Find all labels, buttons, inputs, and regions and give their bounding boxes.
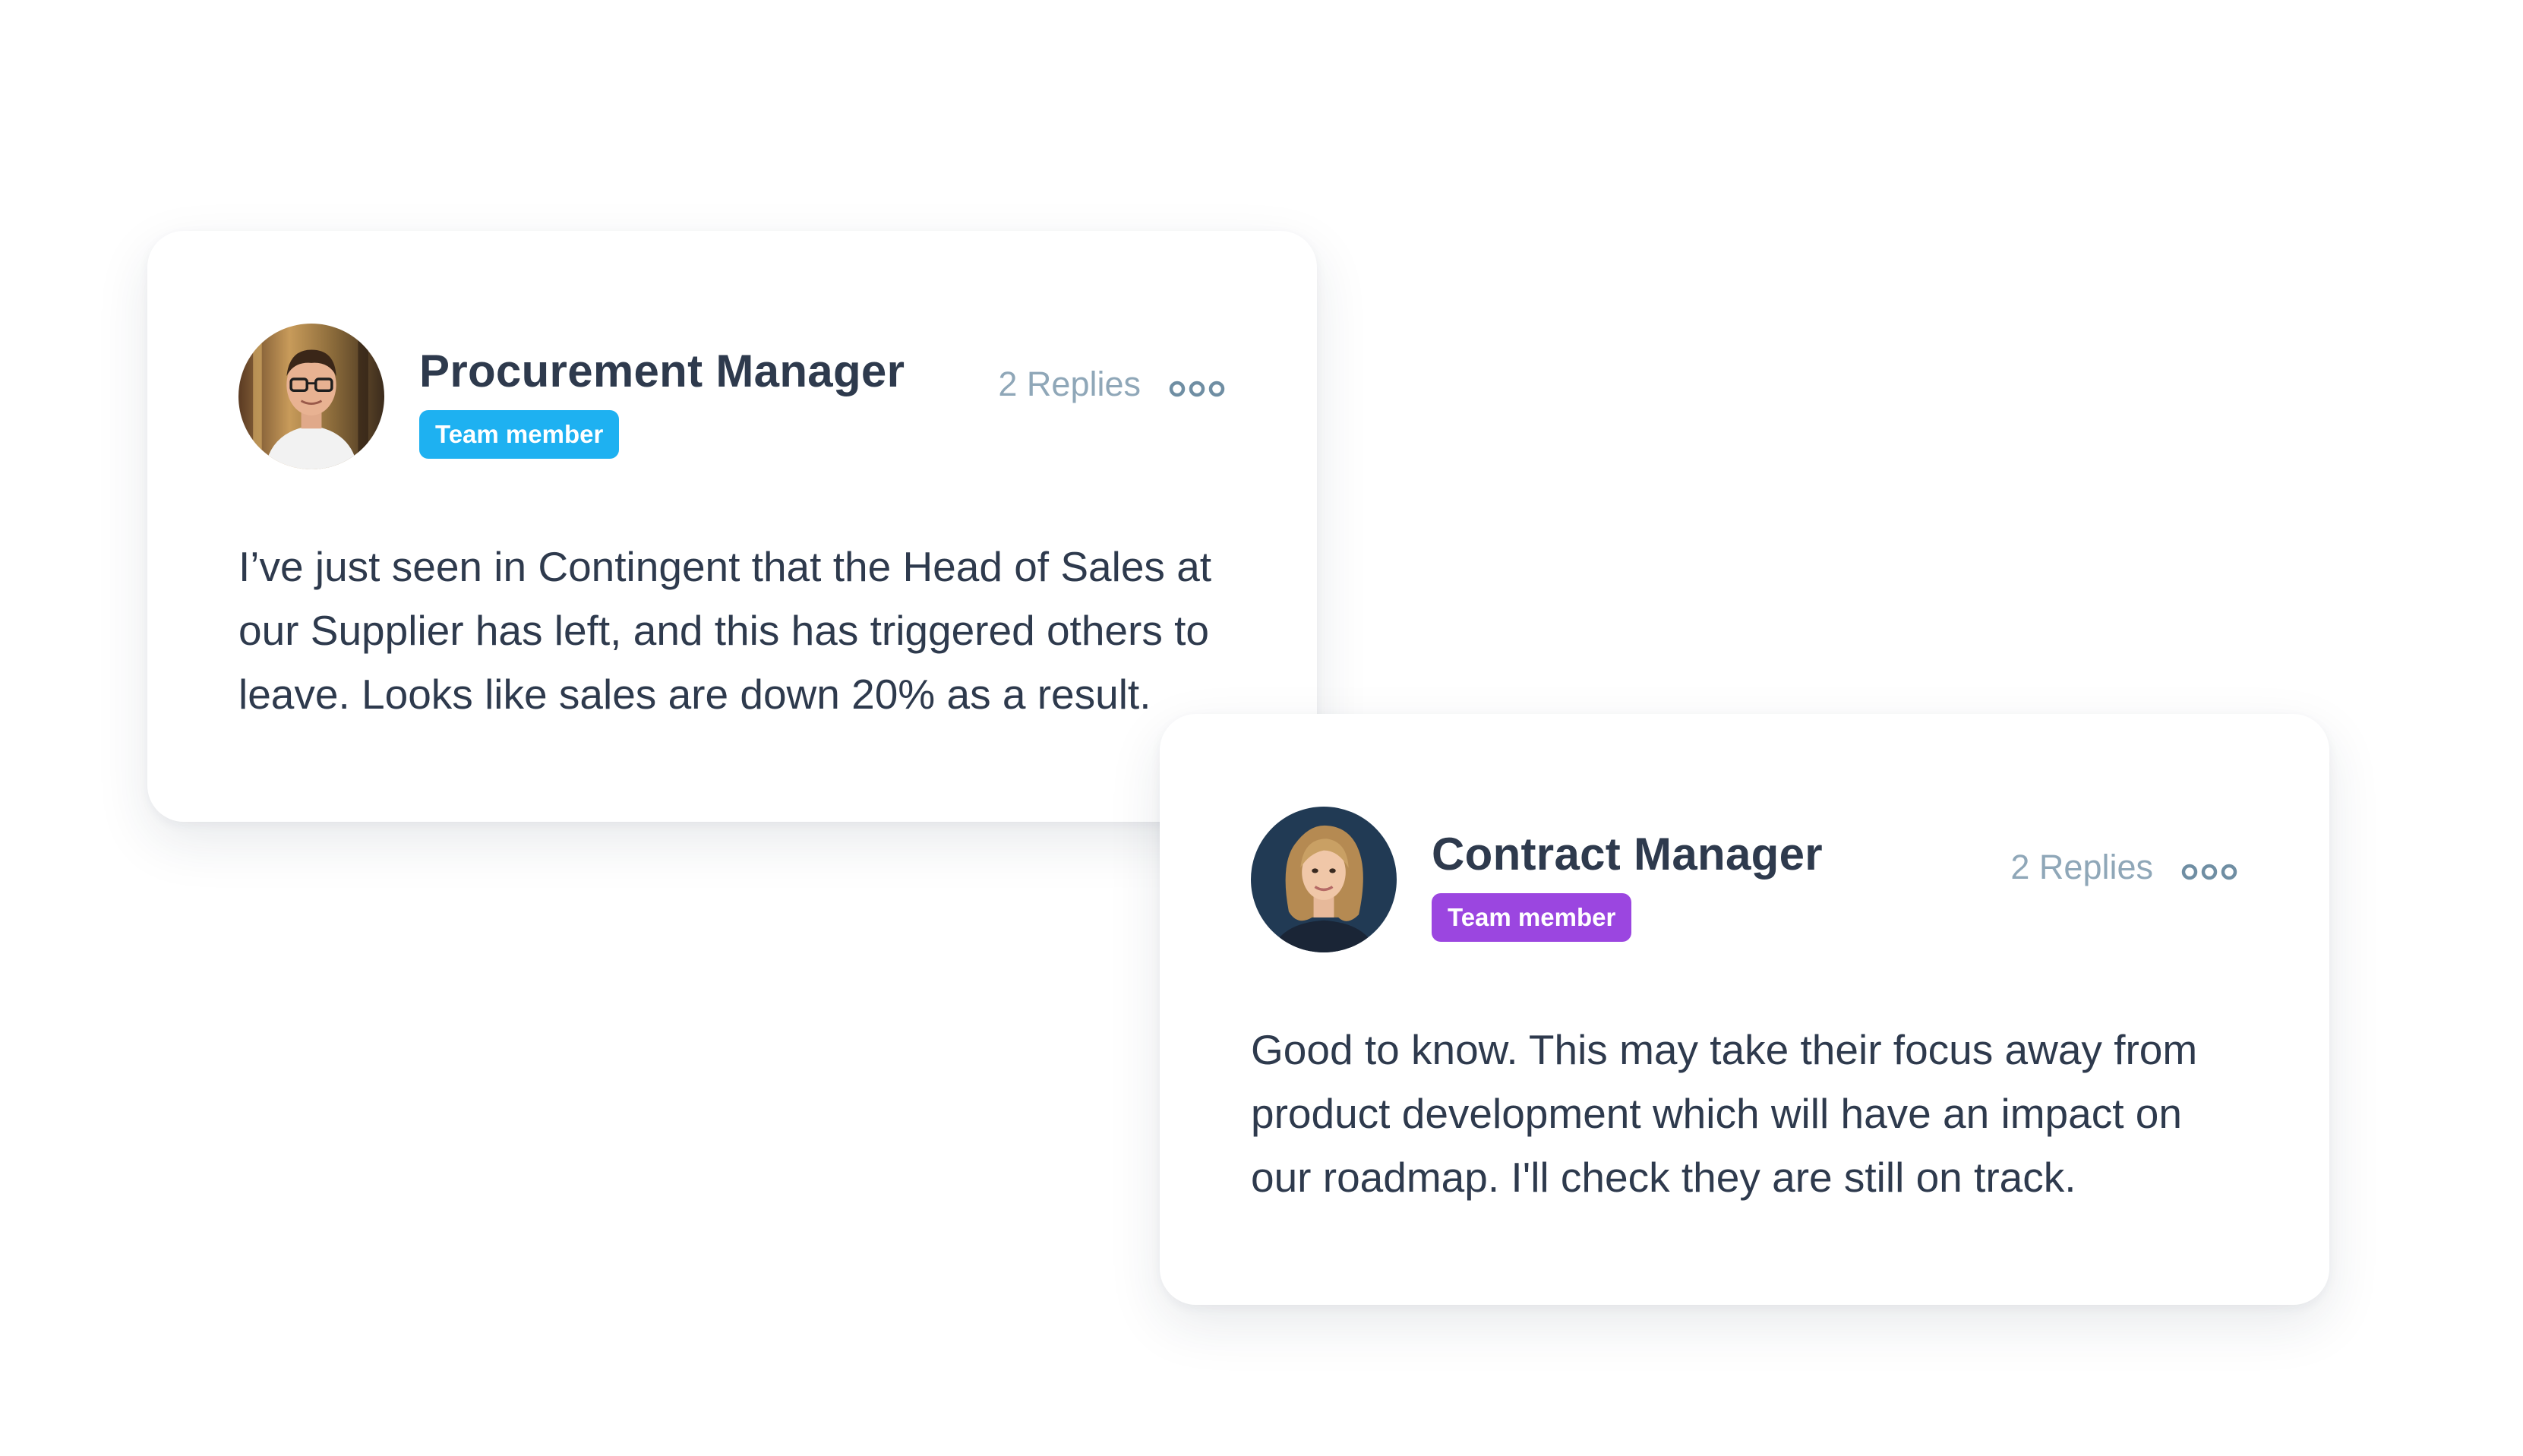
team-member-badge: Team member bbox=[1432, 893, 1632, 942]
team-member-badge: Team member bbox=[419, 410, 620, 459]
comment-text: Good to know. This may take their focus … bbox=[1251, 1026, 2198, 1201]
avatar[interactable] bbox=[238, 324, 384, 469]
more-dots-icon[interactable] bbox=[2180, 858, 2238, 886]
comment-text: I’ve just seen in Contingent that the He… bbox=[238, 543, 1212, 718]
more-dots-icon[interactable] bbox=[1168, 375, 1226, 403]
comment-card: Procurement Manager Team member 2 Replie… bbox=[147, 231, 1317, 822]
comment-card: Contract Manager Team member 2 Replies G… bbox=[1160, 714, 2329, 1305]
avatar[interactable] bbox=[1251, 807, 1397, 952]
man-with-glasses-avatar-icon bbox=[238, 324, 384, 469]
replies-link[interactable]: 2 Replies bbox=[998, 365, 1141, 404]
author-name: Procurement Manager bbox=[419, 346, 905, 396]
woman-blonde-avatar-icon bbox=[1251, 807, 1397, 952]
replies-link[interactable]: 2 Replies bbox=[2010, 848, 2153, 887]
author-name: Contract Manager bbox=[1432, 829, 1823, 880]
